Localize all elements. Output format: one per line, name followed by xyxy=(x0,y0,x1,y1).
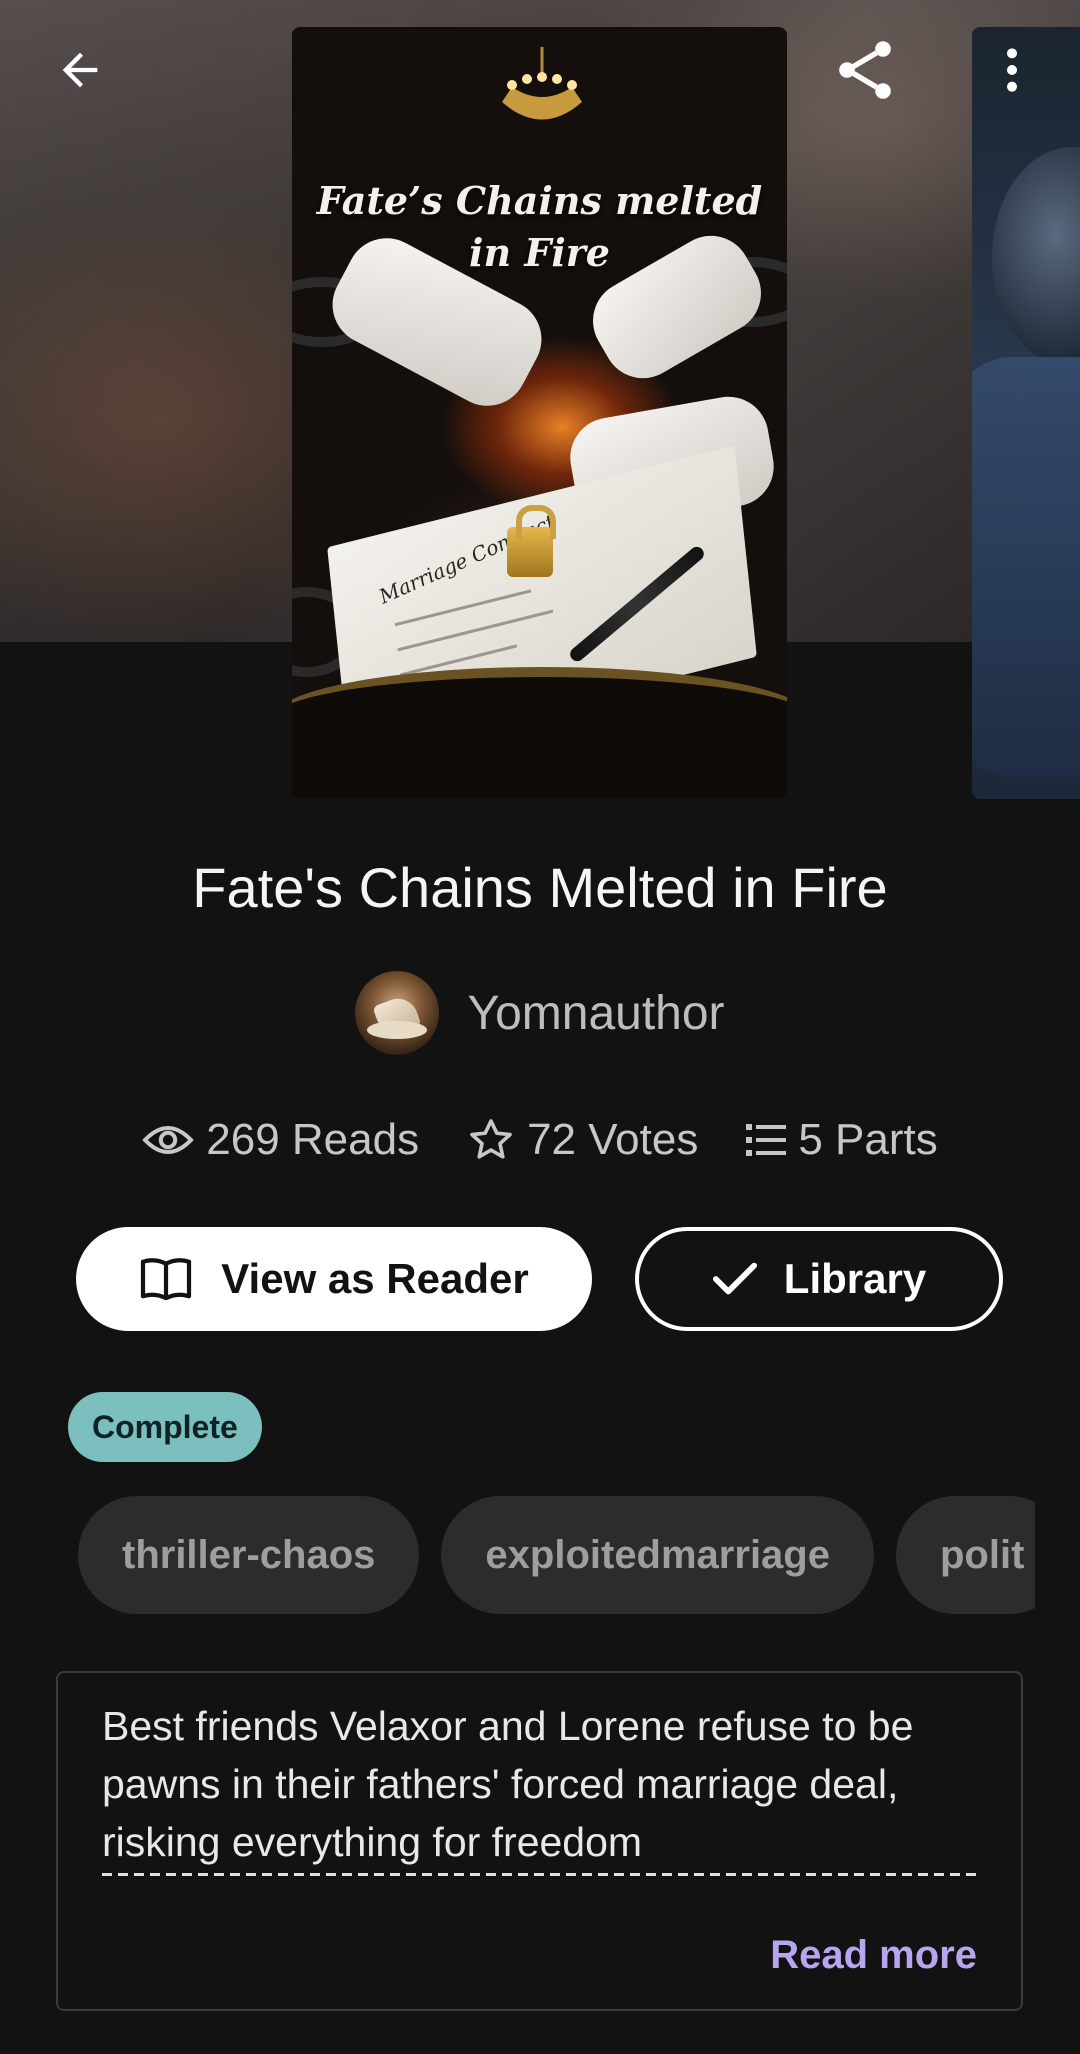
parts-count: 5 Parts xyxy=(798,1115,938,1164)
description-box: Best friends Velaxor and Lorene refuse t… xyxy=(56,1671,1023,2011)
tag-list: thriller-chaos exploitedmarriage polit xyxy=(78,1496,1035,1614)
book-title: Fate's Chains Melted in Fire xyxy=(192,856,888,919)
library-button[interactable]: Library xyxy=(635,1227,1003,1331)
view-as-reader-label: View as Reader xyxy=(221,1255,529,1302)
table-edge xyxy=(292,667,787,797)
star-outline-icon xyxy=(470,1119,512,1159)
tag-chip[interactable]: exploitedmarriage xyxy=(441,1496,874,1614)
author-avatar[interactable] xyxy=(355,971,440,1055)
share-button[interactable] xyxy=(815,30,915,110)
arrow-left-icon xyxy=(62,52,98,88)
tag-chip[interactable]: thriller-chaos xyxy=(78,1496,420,1614)
reads-stat: 269 Reads xyxy=(142,1115,419,1165)
tag-chip[interactable]: polit xyxy=(895,1496,1035,1614)
dashed-separator xyxy=(102,1873,982,1876)
votes-stat: 72 Votes xyxy=(467,1115,698,1165)
cover-figure-shoulder xyxy=(972,357,1080,777)
book-cover[interactable]: Fate’s Chains melted in Fire Marriage Co… xyxy=(292,27,787,799)
story-stats: 269 Reads 72 Votes 5 Parts xyxy=(0,1105,1080,1175)
description-text: Best friends Velaxor and Lorene refuse t… xyxy=(102,1703,914,1865)
list-icon xyxy=(746,1124,787,1156)
more-vertical-icon xyxy=(1007,48,1017,92)
reads-count: 269 Reads xyxy=(206,1115,420,1164)
eye-icon xyxy=(142,1126,195,1154)
author-row[interactable]: Yomnauthor xyxy=(0,970,1080,1056)
check-icon xyxy=(712,1262,757,1295)
library-label: Library xyxy=(783,1255,927,1302)
author-name[interactable]: Yomnauthor xyxy=(467,986,724,1041)
read-more-link[interactable]: Read more xyxy=(770,1933,977,1978)
chandelier-illustration xyxy=(502,47,582,120)
share-icon xyxy=(839,41,891,99)
parts-stat: 5 Parts xyxy=(746,1115,938,1165)
open-book-icon xyxy=(141,1258,192,1301)
back-button[interactable] xyxy=(30,30,130,110)
status-badge: Complete xyxy=(68,1392,262,1462)
cover-figure xyxy=(992,147,1080,367)
more-options-button[interactable] xyxy=(962,30,1062,110)
padlock-illustration xyxy=(507,505,556,577)
next-book-cover[interactable] xyxy=(972,27,1080,799)
view-as-reader-button[interactable]: View as Reader xyxy=(76,1227,592,1331)
votes-count: 72 Votes xyxy=(527,1115,699,1164)
